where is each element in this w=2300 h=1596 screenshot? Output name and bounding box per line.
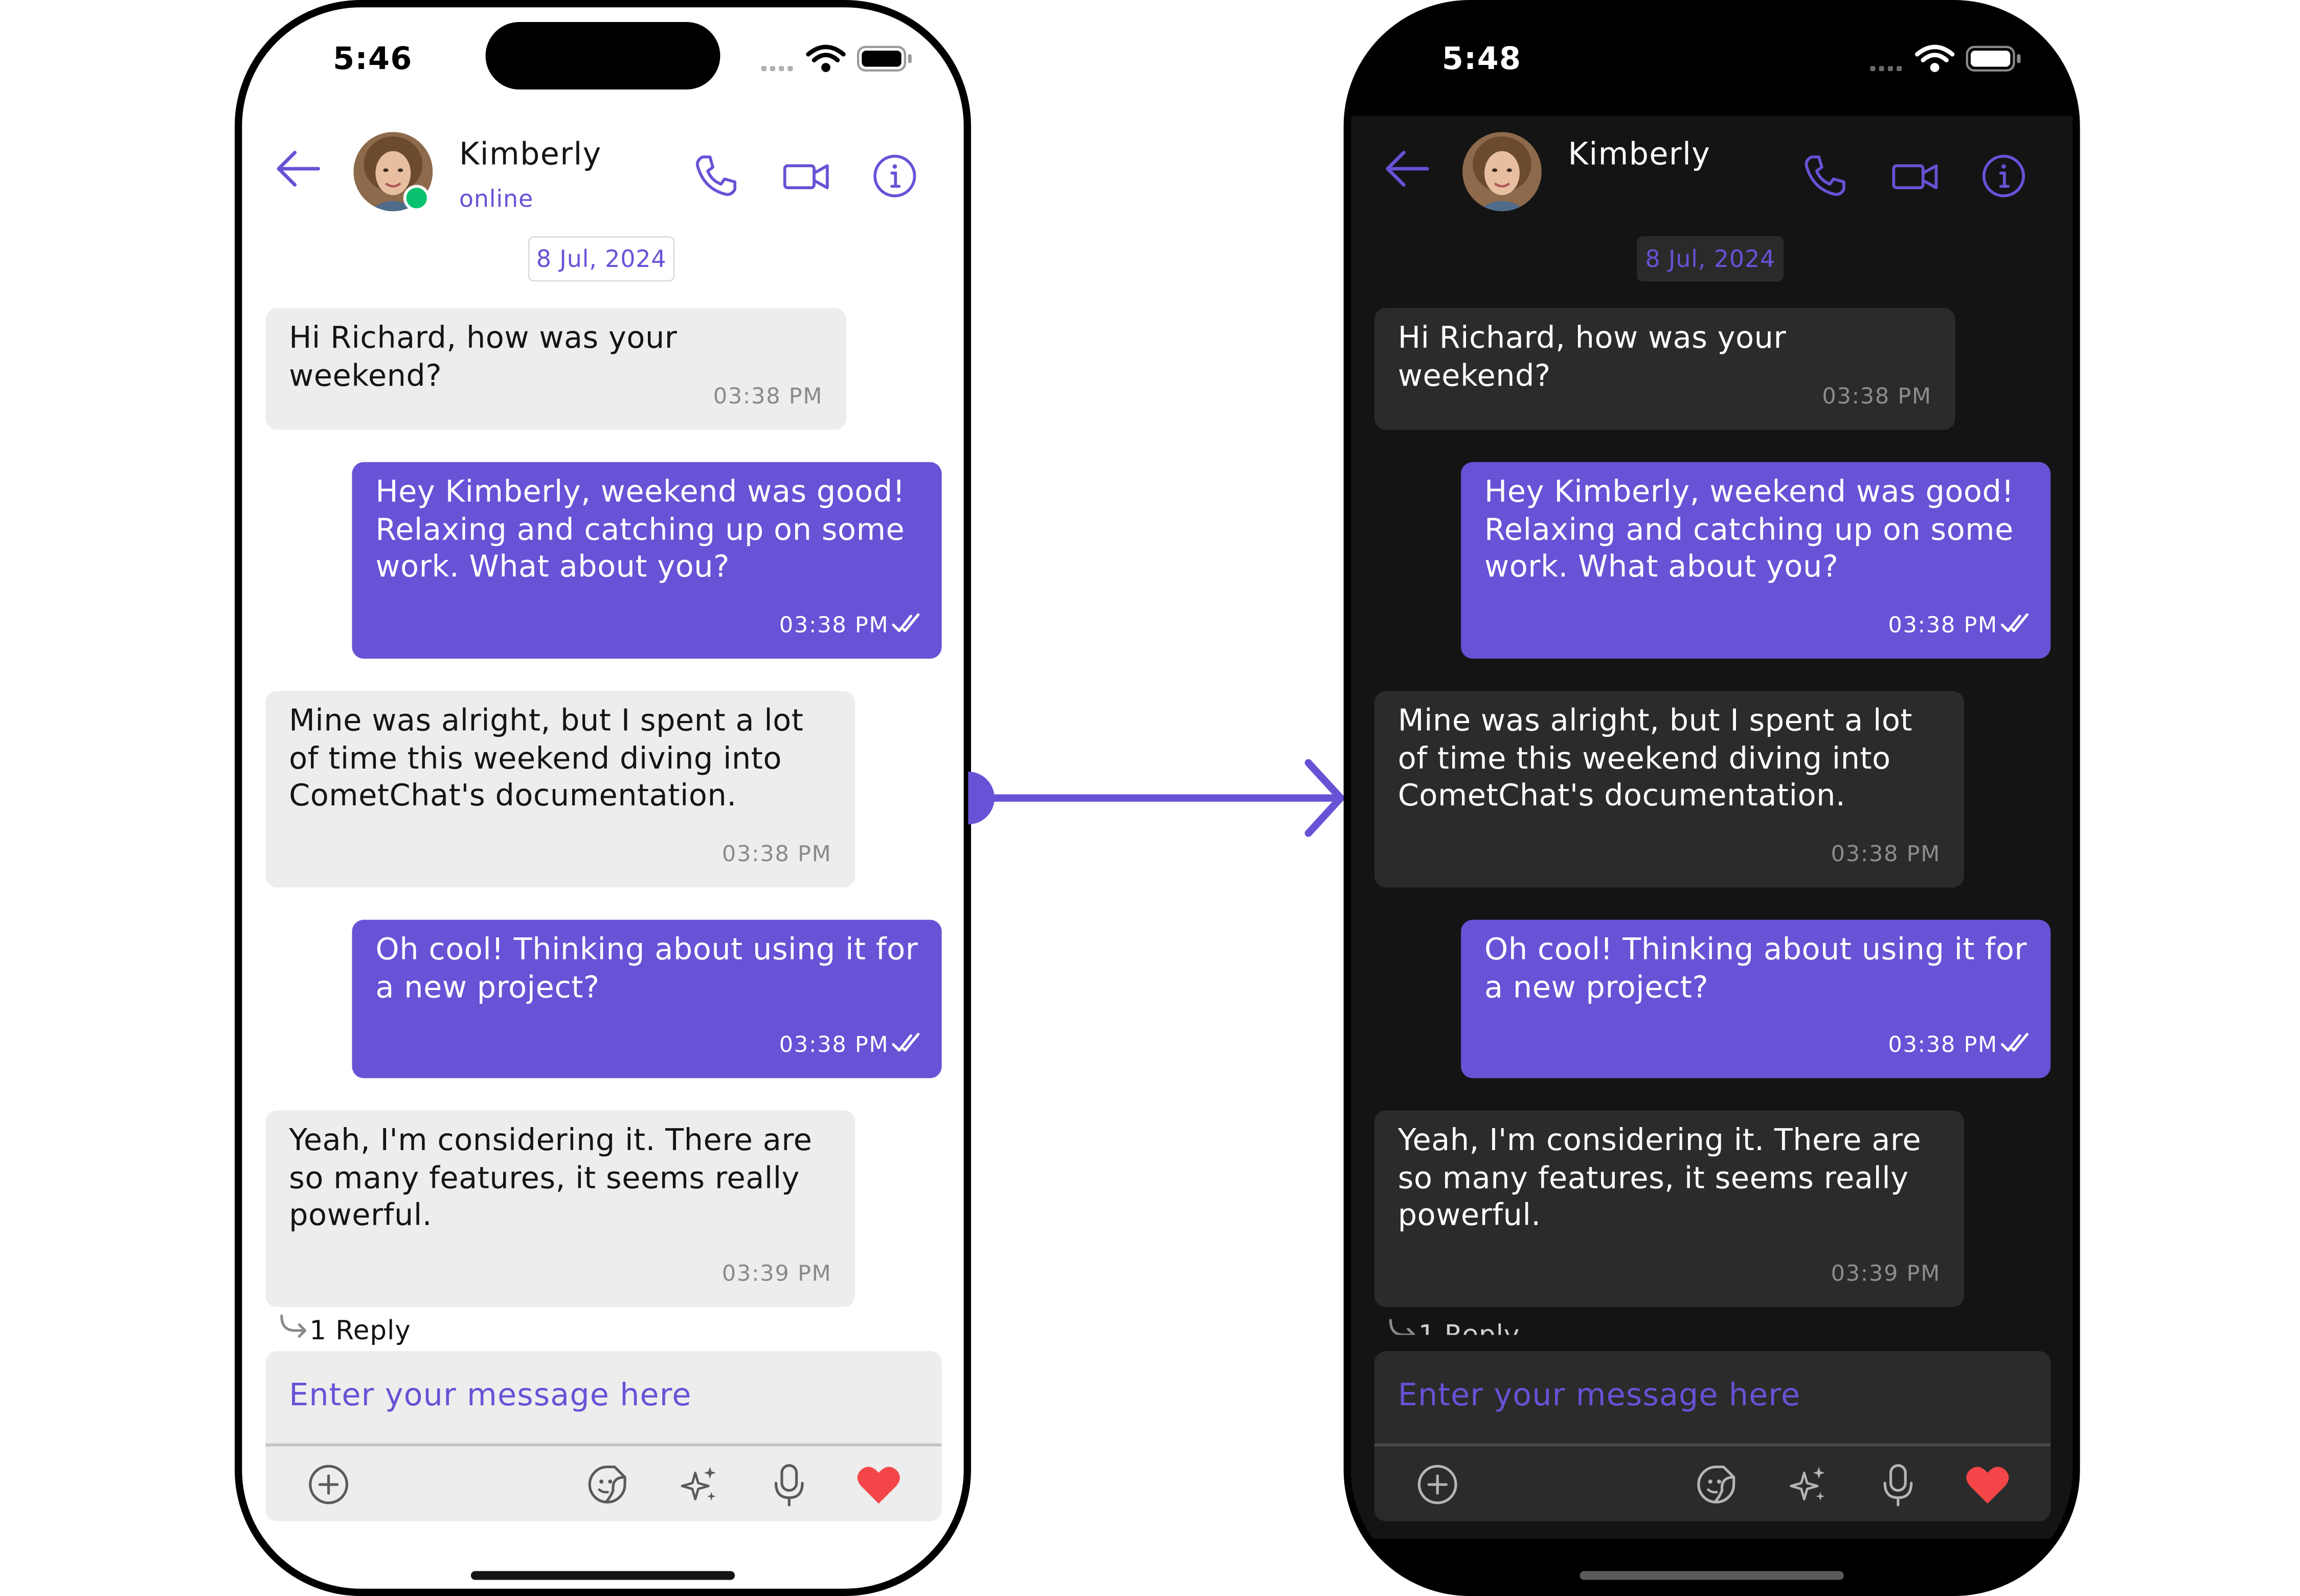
message-composer: Enter your message here (1374, 1351, 2051, 1521)
composer-divider (1374, 1443, 2051, 1447)
message-text: Oh cool! Thinking about using it for a n… (375, 931, 918, 1004)
message-bubble-incoming[interactable]: Hi Richard, how was your weekend? 03:38 … (265, 308, 847, 430)
ai-sparkle-icon[interactable] (1785, 1463, 1829, 1507)
status-time: 5:46 (333, 41, 413, 77)
message-text: Yeah, I'm considering it. There are so m… (289, 1122, 813, 1232)
message-time: 03:39 PM (721, 1259, 832, 1286)
message-time-with-receipt: 03:38 PM (779, 1026, 921, 1064)
message-text: Yeah, I'm considering it. There are so m… (1397, 1122, 1922, 1232)
message-text: Hey Kimberly, weekend was good! Relaxing… (375, 474, 906, 584)
signal-icon (761, 66, 793, 72)
message-time-with-receipt: 03:38 PM (1888, 606, 2030, 644)
thread-reply-link[interactable]: 1 Reply (1386, 1317, 1520, 1335)
composer-divider (265, 1443, 942, 1447)
voice-call-icon[interactable] (691, 151, 741, 201)
message-composer: Enter your message here (265, 1351, 942, 1521)
message-time: 03:38 PM (1822, 382, 1932, 409)
message-text: Oh cool! Thinking about using it for a n… (1484, 931, 2027, 1004)
dynamic-island (485, 22, 720, 89)
back-arrow-icon[interactable] (274, 148, 321, 189)
bottom-bar-background (1350, 1539, 2073, 1589)
heart-icon[interactable] (1964, 1463, 2011, 1507)
voice-call-icon[interactable] (1800, 151, 1850, 201)
date-separator: 8 Jul, 2024 (528, 236, 675, 282)
status-icons (1870, 44, 2021, 72)
message-input[interactable]: Enter your message here (1398, 1378, 1800, 1413)
message-text: Mine was alright, but I spent a lot of t… (289, 703, 804, 813)
message-time: 03:38 PM (1888, 1030, 1998, 1057)
back-arrow-icon[interactable] (1383, 148, 1430, 189)
phone-dark-theme: 5:48 Kimberly 8 Jul, 2024 Hi Richard, ho… (1343, 0, 2080, 1596)
online-status-dot (403, 185, 430, 212)
battery-icon (1966, 46, 2021, 72)
message-text: Hey Kimberly, weekend was good! Relaxing… (1484, 474, 2014, 584)
message-bubble-outgoing[interactable]: Hey Kimberly, weekend was good! Relaxing… (352, 462, 942, 659)
message-time: 03:38 PM (1831, 840, 1941, 866)
read-receipt-icon (2001, 1032, 2028, 1051)
read-receipt-icon (2001, 612, 2028, 632)
date-separator: 8 Jul, 2024 (1637, 236, 1784, 282)
message-time-with-receipt: 03:38 PM (1888, 1026, 2030, 1064)
microphone-icon[interactable] (1876, 1463, 1920, 1507)
message-text: Mine was alright, but I spent a lot of t… (1397, 703, 1913, 813)
contact-name[interactable]: Kimberly (459, 137, 602, 172)
avatar[interactable] (1462, 132, 1542, 212)
video-call-icon[interactable] (1891, 151, 1941, 201)
home-indicator (470, 1571, 735, 1580)
reply-arrow-icon (1389, 1319, 1415, 1335)
comparison-stage: 5:46 Kimberly online 8 Jul, 2024 Hi Rich… (0, 0, 2300, 1596)
thread-reply-link[interactable]: 1 Reply (277, 1313, 411, 1346)
battery-icon (856, 46, 912, 72)
message-bubble-incoming[interactable]: Yeah, I'm considering it. There are so m… (1374, 1110, 1965, 1307)
reply-arrow-icon (280, 1314, 307, 1338)
reply-count: 1 Reply (1418, 1320, 1520, 1335)
message-time: 03:39 PM (1831, 1259, 1941, 1286)
message-bubble-incoming[interactable]: Mine was alright, but I spent a lot of t… (265, 691, 855, 888)
message-bubble-outgoing[interactable]: Oh cool! Thinking about using it for a n… (1461, 919, 2051, 1078)
plus-circle-icon[interactable] (307, 1463, 351, 1507)
info-icon[interactable] (870, 151, 920, 201)
message-bubble-incoming[interactable]: Yeah, I'm considering it. There are so m… (265, 1110, 855, 1307)
message-bubble-incoming[interactable]: Mine was alright, but I spent a lot of t… (1374, 691, 1965, 888)
read-receipt-icon (892, 612, 920, 632)
message-time: 03:38 PM (779, 1030, 889, 1057)
message-text: Hi Richard, how was your weekend? (1397, 320, 1787, 393)
home-indicator (1580, 1571, 1844, 1580)
microphone-icon[interactable] (767, 1463, 811, 1507)
message-time: 03:38 PM (721, 840, 832, 866)
message-bubble-incoming[interactable]: Hi Richard, how was your weekend? 03:38 … (1374, 308, 1955, 430)
wifi-icon (806, 44, 846, 72)
status-time: 5:48 (1441, 41, 1522, 77)
message-time: 03:38 PM (779, 611, 889, 638)
message-time: 03:38 PM (713, 382, 823, 409)
contact-name[interactable]: Kimberly (1568, 137, 1711, 172)
message-time-with-receipt: 03:38 PM (779, 606, 921, 644)
reply-count: 1 Reply (309, 1316, 411, 1347)
message-text: Hi Richard, how was your weekend? (289, 320, 678, 393)
ai-sparkle-icon[interactable] (676, 1463, 720, 1507)
sticker-icon[interactable] (1694, 1463, 1738, 1507)
sticker-icon[interactable] (585, 1463, 629, 1507)
phone-light-theme: 5:46 Kimberly online 8 Jul, 2024 Hi Rich… (234, 0, 972, 1596)
heart-icon[interactable] (855, 1463, 902, 1507)
message-input[interactable]: Enter your message here (289, 1378, 691, 1413)
message-bubble-outgoing[interactable]: Oh cool! Thinking about using it for a n… (352, 919, 942, 1078)
message-time: 03:38 PM (1888, 611, 1998, 638)
wifi-icon (1914, 44, 1955, 72)
plus-circle-icon[interactable] (1415, 1463, 1459, 1507)
video-call-icon[interactable] (782, 151, 832, 201)
read-receipt-icon (892, 1032, 920, 1051)
message-bubble-outgoing[interactable]: Hey Kimberly, weekend was good! Relaxing… (1461, 462, 2051, 659)
status-icons (761, 44, 912, 72)
transition-arrow (968, 759, 1345, 837)
signal-icon (1870, 66, 1902, 72)
contact-status: online (459, 185, 534, 213)
info-icon[interactable] (1979, 151, 2029, 201)
